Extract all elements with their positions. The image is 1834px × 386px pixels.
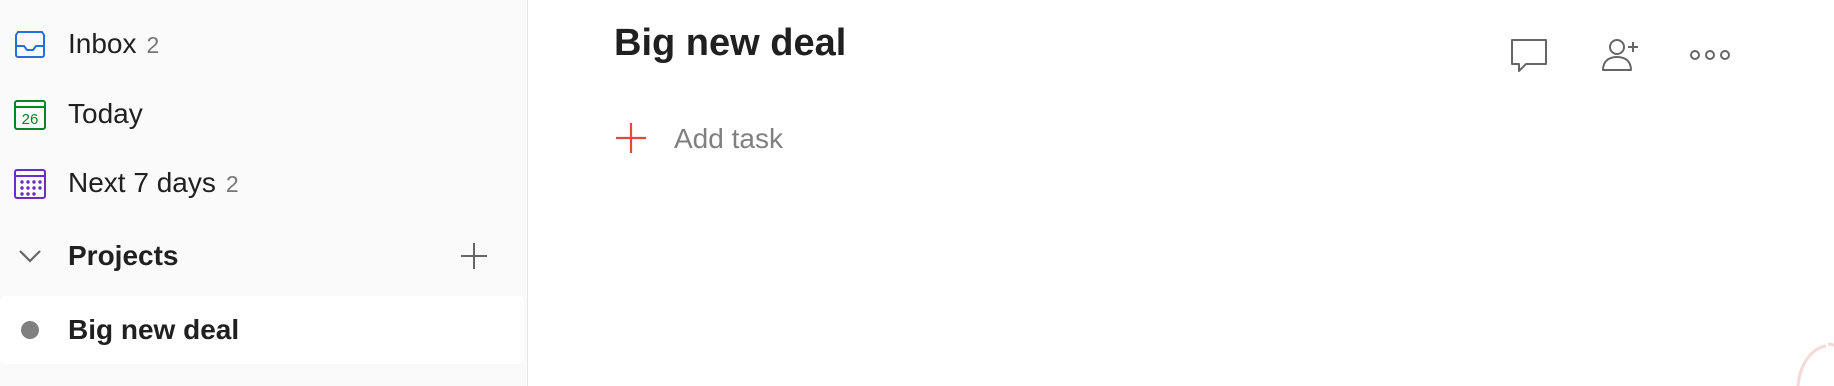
main-content: Big new deal Add task bbox=[528, 0, 1834, 386]
sidebar-item-label: Inbox 2 bbox=[68, 28, 160, 59]
sidebar: Inbox2 26 Today Next 7 days2 Projects bbox=[0, 0, 528, 386]
sidebar-item-inbox[interactable]: Inbox 2 bbox=[0, 14, 524, 74]
next-7-days-count: 2 bbox=[225, 171, 239, 197]
calendar-today-icon: 26 bbox=[14, 100, 46, 130]
projects-header: Projects bbox=[0, 226, 524, 286]
today-day-number: 26 bbox=[22, 111, 39, 128]
sidebar-item-label: Next 7 days 2 bbox=[68, 167, 239, 198]
inbox-count: 2 bbox=[146, 32, 160, 58]
sidebar-item-next-7-days[interactable]: Next 7 days 2 bbox=[0, 153, 524, 213]
more-icon[interactable] bbox=[1688, 34, 1732, 76]
inbox-icon bbox=[15, 31, 45, 58]
calendar-week-icon bbox=[14, 169, 46, 199]
share-icon[interactable] bbox=[1600, 34, 1642, 76]
project-item-big-new-deal[interactable]: Big new deal bbox=[0, 296, 524, 364]
add-project-icon[interactable] bbox=[458, 240, 490, 272]
empty-state-illustration bbox=[1796, 342, 1834, 386]
plus-icon bbox=[616, 123, 646, 153]
comment-icon[interactable] bbox=[1508, 34, 1550, 76]
sidebar-item-label: Today bbox=[68, 98, 143, 129]
sidebar-item-today[interactable]: 26 Today bbox=[0, 84, 524, 144]
add-task-label: Add task bbox=[674, 123, 783, 154]
projects-title[interactable]: Projects bbox=[68, 240, 179, 272]
add-task-button[interactable]: Add task bbox=[614, 117, 834, 161]
chevron-down-icon[interactable] bbox=[16, 242, 44, 270]
project-color-dot bbox=[21, 321, 39, 339]
page-title: Big new deal bbox=[614, 22, 847, 64]
project-name: Big new deal bbox=[68, 314, 240, 345]
